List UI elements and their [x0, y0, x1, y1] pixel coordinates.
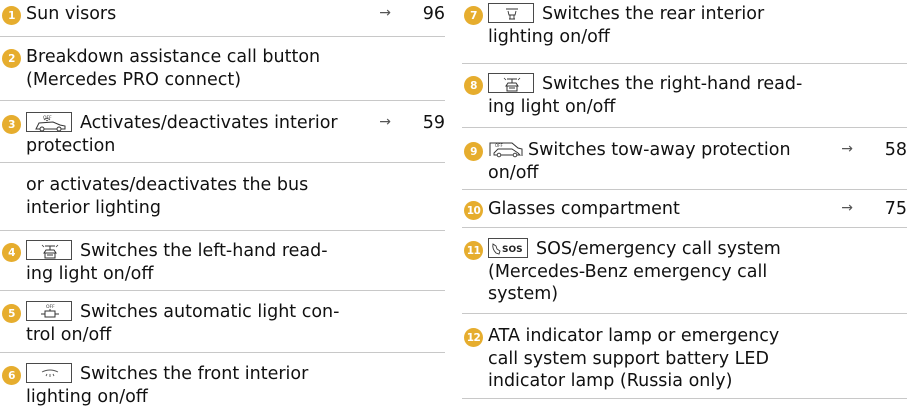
list-item-8: 8 Switches the right-hand read- ing ligh… [462, 64, 907, 128]
item-text: SOS SOS/emergency call system (Mercedes-… [488, 238, 837, 306]
item-number-badge: 10 [464, 201, 483, 220]
list-item-1: 1 Sun visors → 96 [0, 0, 445, 37]
list-item-5: 5 OFF Switches automatic light con- trol… [0, 291, 445, 353]
item-text: Switches the right-hand read- ing light … [488, 73, 837, 118]
item-line: lighting on/off [488, 26, 610, 47]
item-line: Switches the right-hand read- [542, 74, 803, 94]
list-item-9: 9 OFF Switches tow-away protection on/of… [462, 128, 907, 190]
list-item-2: 2 Breakdown assistance call button (Merc… [0, 37, 445, 101]
left-column: 1 Sun visors → 96 2 Breakdown assistance… [0, 0, 445, 417]
page-reference-number[interactable]: 58 [871, 139, 907, 161]
page-reference-arrow: → [841, 141, 853, 157]
item-line: Switches the rear interior [542, 4, 765, 24]
item-line: SOS/emergency call system [536, 239, 781, 259]
item-line: lighting on/off [26, 386, 148, 407]
right-reading-light-key-icon [488, 73, 534, 93]
item-line: ing light on/off [488, 96, 616, 117]
item-line: Switches tow-away protection [528, 140, 791, 160]
item-line: Breakdown assistance call button [26, 47, 321, 67]
item-text: or activates/deactivates the bus interio… [26, 174, 375, 219]
item-line: on/off [488, 162, 539, 183]
item-text: Switches the front interior lighting on/… [26, 363, 375, 408]
list-item-11: 11 SOS SOS/emergency call system (Merced… [462, 228, 907, 314]
item-line: Switches automatic light con- [80, 302, 340, 322]
page-reference-arrow: → [379, 114, 391, 130]
item-line: Switches the left-hand read- [80, 241, 328, 261]
sos-key-icon: SOS [488, 238, 528, 258]
item-text: OFF Switches tow-away protection on/off [488, 139, 837, 184]
item-text: Switches the rear interior lighting on/o… [488, 3, 837, 48]
list-item-7: 7 Switches the rear interior lighting on… [462, 0, 907, 64]
item-number-badge: 8 [464, 76, 483, 95]
list-item-12: 12 ATA indicator lamp or emergency call … [462, 314, 907, 399]
item-text: OFF Activates/deactivates interior prote… [26, 112, 375, 157]
item-text: Switches the left-hand read- ing light o… [26, 240, 375, 285]
item-line: ATA indicator lamp or emergency [488, 326, 780, 346]
page-reference-number[interactable]: 59 [409, 112, 445, 134]
item-number-badge: 3 [2, 115, 21, 134]
item-number-badge: 12 [464, 328, 483, 347]
list-item-6: 6 Switches the front interior lighting o… [0, 353, 445, 417]
item-line: Sun visors [26, 4, 117, 24]
item-line: or activates/deactivates the bus [26, 175, 309, 195]
item-line: ing light on/off [26, 263, 154, 284]
item-text: Glasses compartment [488, 198, 837, 221]
list-item-10: 10 Glasses compartment → 75 [462, 190, 907, 228]
item-text: OFF Switches automatic light con- trol o… [26, 301, 375, 346]
key-off-label: OFF [46, 304, 55, 310]
key-sos-label: SOS [502, 245, 523, 255]
item-number-badge: 11 [464, 241, 483, 260]
page-reference-number[interactable]: 75 [871, 198, 907, 220]
item-line: Glasses compartment [488, 199, 680, 219]
interior-protection-key-icon: OFF [26, 112, 72, 132]
automatic-light-control-key-icon: OFF [26, 301, 72, 321]
right-column: 7 Switches the rear interior lighting on… [462, 0, 907, 399]
item-line: protection [26, 135, 116, 156]
list-item-4: 4 Switches the left-hand read- ing light… [0, 231, 445, 291]
item-line: Activates/deactivates interior [80, 113, 338, 133]
left-reading-light-key-icon [26, 240, 72, 260]
rear-interior-lighting-key-icon [488, 3, 534, 23]
item-number-badge: 4 [2, 243, 21, 262]
page-reference-arrow: → [379, 5, 391, 21]
list-item-3-continued: or activates/deactivates the bus interio… [0, 163, 445, 231]
item-number-badge: 9 [464, 142, 483, 161]
item-line: indicator lamp (Russia only) [488, 371, 733, 391]
key-off-label: OFF [495, 143, 503, 148]
item-text: ATA indicator lamp or emergency call sys… [488, 325, 837, 393]
front-interior-lighting-key-icon [26, 363, 72, 383]
item-number-badge: 1 [2, 6, 21, 25]
item-line: (Mercedes PRO connect) [26, 69, 242, 90]
item-text: Sun visors [26, 3, 375, 26]
item-number-badge: 7 [464, 6, 483, 25]
item-number-badge: 6 [2, 366, 21, 385]
item-line: (Mercedes-Benz emergency call [488, 261, 768, 282]
page-reference-arrow: → [841, 200, 853, 216]
item-text: Breakdown assistance call button (Merced… [26, 46, 375, 91]
tow-away-protection-key-icon: OFF [488, 139, 524, 159]
item-number-badge: 5 [2, 304, 21, 323]
item-line: Switches the front interior [80, 364, 309, 384]
item-line: trol on/off [26, 324, 112, 345]
item-number-badge: 2 [2, 49, 21, 68]
item-line: call system support battery LED [488, 348, 769, 369]
item-line: interior lighting [26, 197, 161, 218]
list-item-3: 3 OFF Activates/deactivates interior pro… [0, 101, 445, 163]
page-reference-number[interactable]: 96 [409, 3, 445, 25]
item-line: system) [488, 284, 559, 304]
